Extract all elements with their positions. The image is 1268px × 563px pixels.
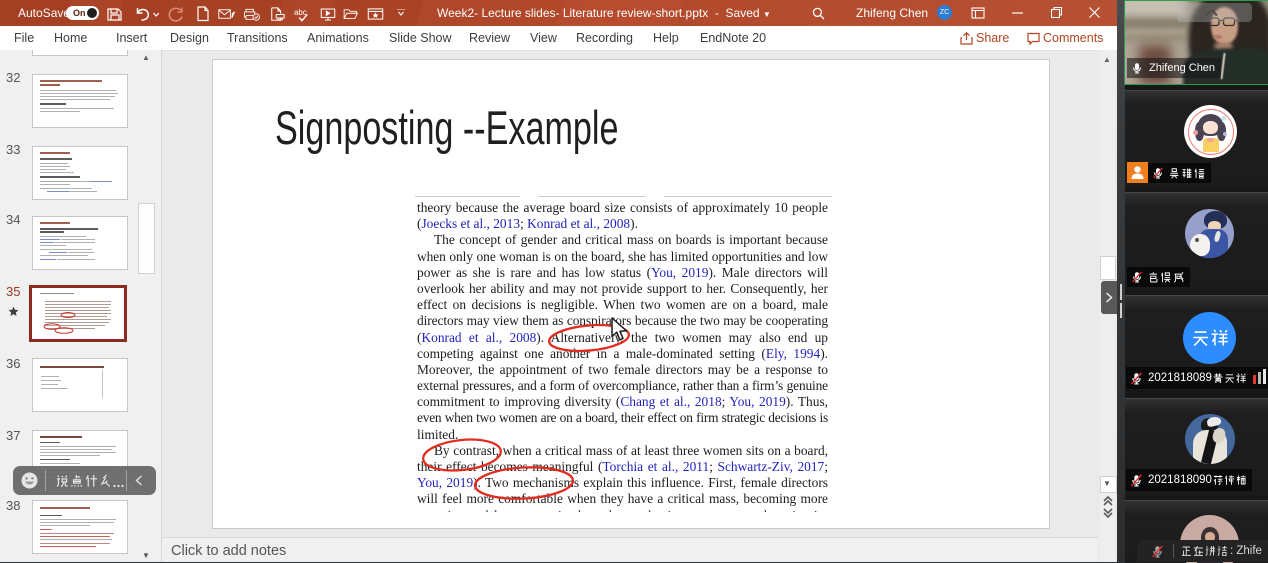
svg-text:abc: abc xyxy=(294,8,307,17)
